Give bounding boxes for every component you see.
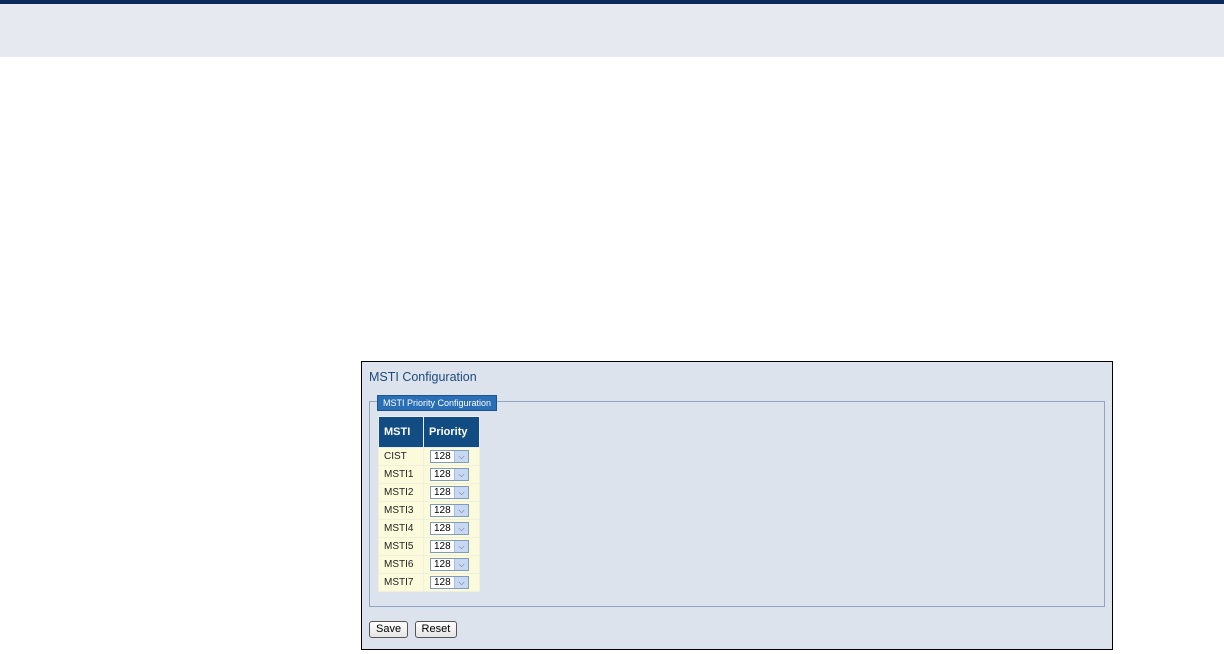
priority-select[interactable]: 128 ⌵ [430,504,469,517]
priority-select[interactable]: 128 ⌵ [430,522,469,535]
priority-value: 128 [434,487,451,498]
save-button[interactable]: Save [369,621,409,638]
msti-name: MSTI2 [378,483,424,502]
msti-name: MSTI5 [378,537,424,556]
button-bar: Save Reset [369,619,459,638]
msti-name: MSTI7 [378,573,424,592]
table-row: MSTI3 128 ⌵ [378,501,480,520]
chevron-down-icon[interactable]: ⌵ [454,451,468,462]
chevron-down-icon[interactable]: ⌵ [454,505,468,516]
priority-value: 128 [434,505,451,516]
priority-value: 128 [434,577,451,588]
priority-value: 128 [434,523,451,534]
msti-priority-table: MSTI Priority CIST 128 ⌵ MSTI1 128 ⌵ MSTI2… [378,416,480,592]
table-header-row: MSTI Priority [378,416,480,448]
priority-select[interactable]: 128 ⌵ [430,576,469,589]
table-row: CIST 128 ⌵ [378,447,480,466]
msti-name: MSTI3 [378,501,424,520]
msti-name: MSTI4 [378,519,424,538]
priority-value: 128 [434,541,451,552]
priority-select[interactable]: 128 ⌵ [430,540,469,553]
column-header-priority: Priority [423,416,480,448]
table-row: MSTI6 128 ⌵ [378,555,480,574]
msti-name: CIST [378,447,424,466]
priority-select[interactable]: 128 ⌵ [430,486,469,499]
table-row: MSTI7 128 ⌵ [378,573,480,592]
priority-value: 128 [434,451,451,462]
table-row: MSTI2 128 ⌵ [378,483,480,502]
priority-value: 128 [434,469,451,480]
section-legend: MSTI Priority Configuration [377,395,498,411]
msti-name: MSTI6 [378,555,424,574]
table-row: MSTI4 128 ⌵ [378,519,480,538]
reset-button[interactable]: Reset [414,621,458,638]
msti-name: MSTI1 [378,465,424,484]
chevron-down-icon[interactable]: ⌵ [454,541,468,552]
chevron-down-icon[interactable]: ⌵ [454,523,468,534]
table-row: MSTI1 128 ⌵ [378,465,480,484]
top-band [0,4,1224,57]
priority-value: 128 [434,559,451,570]
priority-select[interactable]: 128 ⌵ [430,558,469,571]
chevron-down-icon[interactable]: ⌵ [454,559,468,570]
chevron-down-icon[interactable]: ⌵ [454,487,468,498]
msti-configuration-panel: MSTI Configuration MSTI Priority Configu… [361,361,1113,650]
priority-select[interactable]: 128 ⌵ [430,468,469,481]
chevron-down-icon[interactable]: ⌵ [454,469,468,480]
column-header-msti: MSTI [378,416,424,448]
table-row: MSTI5 128 ⌵ [378,537,480,556]
priority-select[interactable]: 128 ⌵ [430,450,469,463]
page-title: MSTI Configuration [369,370,477,384]
chevron-down-icon[interactable]: ⌵ [454,577,468,588]
